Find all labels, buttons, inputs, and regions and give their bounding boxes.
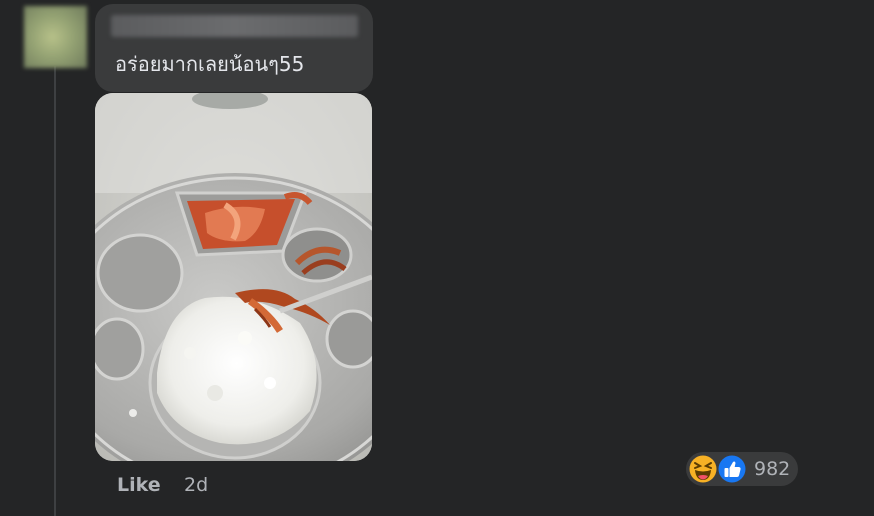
- food-tray-image: [95, 93, 372, 461]
- comment-text: อร่อยมากเลยน้อนๆ55: [115, 52, 305, 76]
- reaction-summary[interactable]: 982: [686, 452, 798, 486]
- reaction-count: 982: [754, 458, 791, 480]
- comment-bubble: อร่อยมากเลยน้อนๆ55: [95, 4, 373, 92]
- thread-line: [54, 66, 56, 516]
- comment-photo[interactable]: [95, 93, 372, 461]
- author-name[interactable]: [111, 15, 358, 37]
- like-button[interactable]: Like: [117, 472, 161, 498]
- like-icon: [716, 453, 748, 485]
- haha-icon: [687, 453, 719, 485]
- avatar[interactable]: [24, 6, 87, 68]
- comment-timestamp[interactable]: 2d: [184, 472, 208, 498]
